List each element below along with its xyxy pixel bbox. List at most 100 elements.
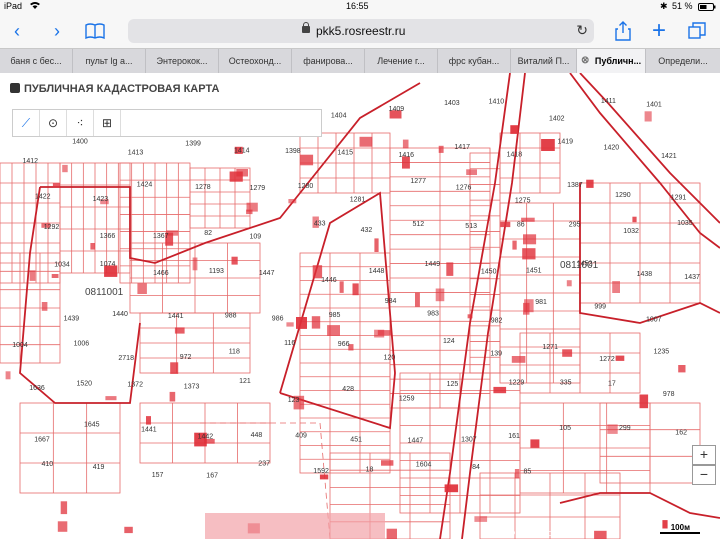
tab[interactable]: Энтерокок... — [146, 49, 219, 73]
building-footprint — [594, 530, 607, 539]
building-footprint — [52, 183, 60, 188]
building-footprint — [51, 274, 59, 278]
parcel-number: 1437 — [684, 274, 700, 281]
parcel-number: 17 — [608, 380, 616, 387]
parcel-number: 120 — [384, 354, 396, 361]
parcel-number: 139 — [490, 350, 502, 357]
point-tool[interactable]: ⊙ — [40, 110, 67, 136]
map-canvas[interactable]: 1404 1409 1403 1410 1402 1411 1401 1412 1400 1413… — [0, 73, 720, 539]
building-footprint — [612, 281, 620, 293]
parcel-number: 1402 — [549, 115, 565, 122]
parcel-number: 1400 — [72, 139, 88, 146]
parcel-number: 1292 — [44, 224, 60, 231]
building-footprint — [169, 391, 176, 402]
building-footprint — [137, 283, 147, 294]
back-button[interactable]: ‹ — [4, 18, 30, 44]
parcel-number: 1415 — [337, 149, 353, 156]
zoom-in-button[interactable]: + — [692, 445, 716, 465]
parcel-number: 988 — [225, 312, 237, 319]
building-footprint — [541, 139, 555, 151]
highlighted-area — [205, 513, 385, 539]
reload-icon[interactable]: ↻ — [576, 22, 588, 39]
building-footprint — [562, 349, 573, 357]
target-icon: ⊙ — [47, 116, 59, 130]
tab[interactable]: Остеохонд... — [219, 49, 292, 73]
map-title: ПУБЛИЧНАЯ КАДАСТРОВАЯ КАРТА — [10, 83, 219, 95]
tabs-overview-button[interactable] — [684, 18, 710, 44]
parcel-number: 18 — [366, 466, 374, 473]
building-footprint — [319, 474, 329, 480]
parcel-number: 1418 — [507, 151, 523, 158]
parcel-number: 237 — [258, 461, 270, 468]
building-footprint — [500, 221, 511, 228]
parcel-number: 157 — [152, 472, 164, 479]
building-footprint — [467, 314, 473, 319]
battery-icon — [698, 3, 716, 13]
building-footprint — [607, 424, 618, 434]
measure-tool[interactable]: ⁖ — [67, 110, 94, 136]
parcel-number: 972 — [180, 354, 192, 361]
parcel-number: 1417 — [454, 144, 470, 151]
ruler-tool[interactable]: ⟋ — [13, 110, 40, 136]
building-footprint — [474, 516, 488, 522]
parcel-number: 125 — [447, 381, 459, 388]
url-text: pkk5.rosreestr.ru — [316, 24, 406, 38]
parcel-number: 451 — [350, 437, 362, 444]
parcel-number: 1414 — [234, 148, 250, 155]
parcel-number: 82 — [204, 230, 212, 237]
street-boundary — [569, 73, 720, 249]
book-icon — [85, 23, 105, 40]
building-footprint — [377, 330, 392, 335]
tab[interactable]: Виталий П... — [511, 49, 577, 73]
building-footprint — [174, 327, 185, 334]
parcel-number: 162 — [675, 429, 687, 436]
building-footprint — [90, 243, 95, 250]
parcel-block — [19, 402, 121, 494]
parcel-number: 1004 — [12, 342, 28, 349]
building-footprint — [438, 145, 444, 153]
zoom-out-button[interactable]: − — [692, 465, 716, 485]
building-footprint — [124, 526, 133, 534]
tab[interactable]: фрс кубан... — [438, 49, 511, 73]
cadastral-map[interactable]: 1404 1409 1403 1410 1402 1411 1401 1412 1400 1413… — [0, 73, 720, 539]
tab-label: фанирова... — [303, 56, 353, 66]
parcel-number: 1411 — [601, 98, 616, 105]
parcel-number: 1035 — [677, 220, 693, 227]
tab[interactable]: баня с бес... — [0, 49, 73, 73]
share-button[interactable] — [610, 18, 636, 44]
parcel-number: 1367 — [153, 233, 169, 240]
building-footprint — [415, 292, 420, 307]
parcel-number: 1636 — [29, 385, 45, 392]
building-footprint — [311, 316, 321, 329]
building-footprint — [288, 199, 297, 204]
building-footprint — [615, 355, 625, 361]
rosreestr-logo-icon — [10, 83, 20, 93]
parcel-number: 978 — [663, 391, 675, 398]
parcel-number: 1451 — [526, 268, 542, 275]
area-tool[interactable]: ⊞ — [94, 110, 121, 136]
chevron-left-icon: ‹ — [14, 21, 20, 41]
parcel-number: 1450 — [481, 269, 497, 276]
new-tab-button[interactable]: + — [646, 18, 672, 44]
building-footprint — [639, 394, 649, 409]
parcel-number: 433 — [314, 220, 326, 227]
quarter-number: 0811001 — [85, 287, 124, 298]
close-tab-icon[interactable]: ⊗ — [581, 49, 589, 73]
tab-label: баня с бес... — [10, 56, 62, 66]
building-footprint — [662, 520, 668, 529]
parcel-number: 1404 — [331, 112, 347, 119]
tab[interactable]: Лечение г... — [365, 49, 438, 73]
building-footprint — [286, 322, 294, 327]
building-footprint — [386, 528, 397, 539]
parcel-number: 1441 — [168, 313, 184, 320]
parcel-number: 1447 — [408, 437, 424, 444]
tab-active[interactable]: ⊗ Публичн... — [577, 49, 646, 73]
address-bar[interactable]: pkk5.rosreestr.ru ↻ — [128, 19, 594, 43]
tab[interactable]: Определи... — [646, 49, 720, 73]
bookmarks-button[interactable] — [82, 18, 108, 44]
parcel-number: 1424 — [137, 182, 153, 189]
parcel-number: 1442 — [198, 433, 214, 440]
tab[interactable]: пульт lg a... — [73, 49, 146, 73]
tab[interactable]: фанирова... — [292, 49, 365, 73]
forward-button[interactable]: › — [44, 18, 70, 44]
